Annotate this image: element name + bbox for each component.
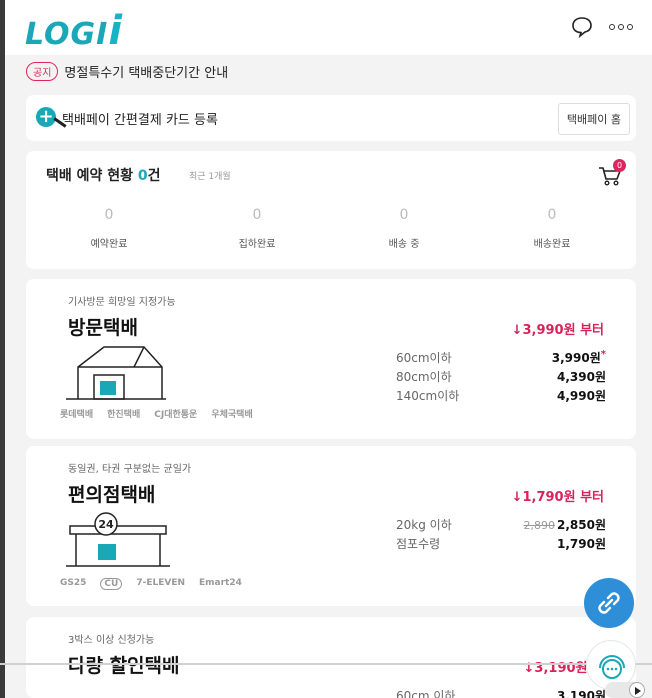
booking-period: 최근 1개월 bbox=[189, 172, 231, 182]
logo-text: LOGI bbox=[25, 17, 109, 52]
service-card-convenience[interactable]: 동일권, 타권 구분없는 균일가 편의점택배 ↓1,790원 부터 24 GS2… bbox=[26, 446, 636, 606]
pay-home-button[interactable]: 택배페이 홈 bbox=[557, 103, 630, 135]
more-icon[interactable] bbox=[609, 24, 633, 30]
play-icon bbox=[629, 682, 645, 698]
price-table: 60cm이하 3,990원* 80cm이하 4,390원 140cm이하 4,990원 bbox=[396, 349, 606, 406]
brand-logo: CJ대한통운 bbox=[154, 410, 198, 420]
notice-text: 명절특수기 택배중단기간 안내 bbox=[64, 66, 229, 81]
brand-logo: Emart24 bbox=[199, 578, 242, 588]
app-header: LOGIi bbox=[5, 0, 652, 55]
status-value: 0 bbox=[547, 207, 557, 223]
price-row: 20kg 이하 2,890 2,850원 bbox=[396, 518, 606, 532]
booking-status-card: 택배 예약 현황 0건 최근 1개월 0 0 예약완료 0 집하완료 0 배송 … bbox=[26, 151, 636, 269]
service-card-visit[interactable]: 기사방문 희망일 지정가능 방문택배 ↓3,990원 부터 롯데택배 한진택배 … bbox=[26, 279, 636, 439]
price-row: 60cm이하 3,990원* bbox=[396, 349, 606, 365]
service-price: ↓1,790원 부터 bbox=[511, 490, 604, 505]
status-label: 배송완료 bbox=[533, 239, 571, 250]
status-delivered[interactable]: 0 배송완료 bbox=[492, 207, 612, 250]
booking-count: 0 bbox=[137, 168, 148, 184]
service-price: ↓3,990원 부터 bbox=[511, 323, 604, 338]
plus-icon[interactable]: + bbox=[36, 107, 56, 127]
booking-count-unit: 건 bbox=[147, 168, 161, 184]
store-icon: 24 bbox=[66, 512, 170, 567]
status-value: 0 bbox=[399, 207, 409, 223]
link-icon bbox=[598, 592, 620, 614]
pay-register-label[interactable]: 택배페이 간편결제 카드 등록 bbox=[62, 109, 218, 128]
brand-row: 롯데택배 한진택배 CJ대한통운 우체국택배 bbox=[60, 407, 253, 420]
price-row: 점포수령 1,790원 bbox=[396, 537, 606, 551]
notice-badge: 공지 bbox=[26, 62, 59, 81]
video-progress-line bbox=[0, 663, 652, 665]
brand-logo: CU bbox=[100, 578, 123, 590]
cart-badge: 0 bbox=[613, 159, 626, 172]
chat-bubble-icon[interactable] bbox=[571, 16, 593, 38]
service-subtitle: 기사방문 희망일 지정가능 bbox=[68, 297, 176, 308]
brand-logo: GS25 bbox=[60, 578, 87, 588]
price-row: 80cm이하 4,390원 bbox=[396, 370, 606, 384]
status-in-transit[interactable]: 0 배송 중 bbox=[344, 207, 464, 250]
brand-logo: 한진택배 bbox=[107, 410, 141, 420]
status-reserved[interactable]: 0 예약완료 bbox=[49, 207, 169, 250]
service-subtitle: 3박스 이상 신청가능 bbox=[68, 635, 155, 646]
price-table: 20kg 이하 2,890 2,850원 점포수령 1,790원 bbox=[396, 516, 606, 554]
status-label: 예약완료 bbox=[90, 239, 128, 250]
service-card-bulk[interactable]: 3박스 이상 신청가능 다량 할인택배 ↓3,190원 부 60cm 이하 3,1… bbox=[26, 617, 636, 698]
brand-logo: 7-ELEVEN bbox=[136, 578, 186, 588]
service-subtitle: 동일권, 타권 구분없는 균일가 bbox=[68, 464, 192, 475]
play-toggle[interactable] bbox=[605, 682, 645, 698]
status-label: 배송 중 bbox=[388, 239, 420, 250]
pay-card[interactable]: + 택배페이 간편결제 카드 등록 택배페이 홈 bbox=[26, 95, 636, 141]
price-table: 60cm 이하 3,190원 bbox=[396, 687, 606, 698]
brand-logo: 우체국택배 bbox=[211, 410, 253, 420]
brand-row: GS25 CU 7-ELEVEN Emart24 bbox=[60, 578, 242, 590]
logo-i: i bbox=[108, 8, 124, 54]
svg-text:24: 24 bbox=[98, 518, 114, 531]
price-row: 60cm 이하 3,190원 bbox=[396, 689, 606, 698]
price-row: 140cm이하 4,990원 bbox=[396, 389, 606, 403]
house-icon bbox=[66, 346, 166, 400]
status-value: 0 bbox=[104, 207, 114, 223]
booking-status-title: 택배 예약 현황 0건 bbox=[46, 168, 161, 184]
left-edge-bar bbox=[0, 0, 5, 698]
share-link-button[interactable] bbox=[584, 578, 634, 628]
service-title: 편의점택배 bbox=[68, 484, 156, 506]
status-value: 0 bbox=[252, 207, 262, 223]
service-title: 방문택배 bbox=[68, 317, 138, 339]
status-picked-up[interactable]: 0 집하완료 bbox=[197, 207, 317, 250]
brand-logo: 롯데택배 bbox=[60, 410, 94, 420]
notice-bar[interactable]: 공지 명절특수기 택배중단기간 안내 bbox=[26, 62, 228, 81]
status-label: 집하완료 bbox=[238, 239, 276, 250]
logo[interactable]: LOGIi bbox=[25, 8, 123, 54]
